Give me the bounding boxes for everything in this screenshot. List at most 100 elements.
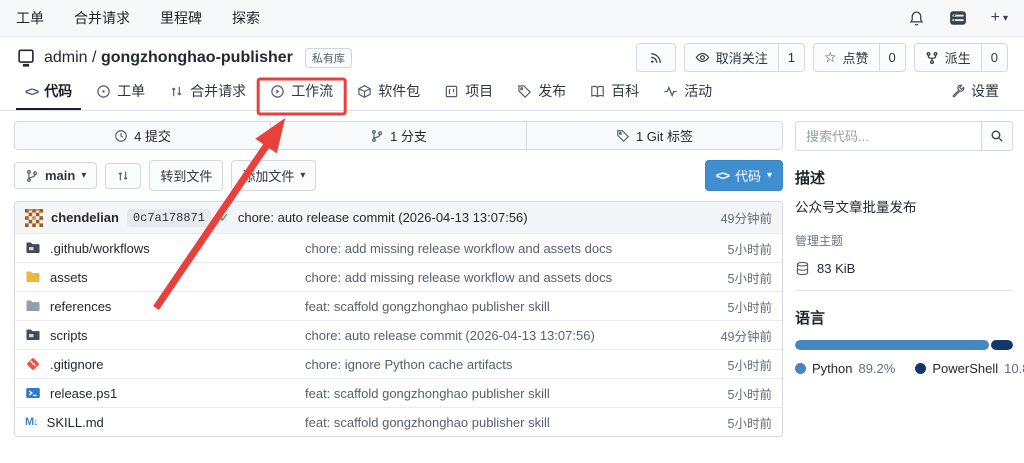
tab-actions-label: 工作流 — [291, 81, 333, 101]
tab-packages-label: 软件包 — [378, 81, 420, 101]
nav-explore[interactable]: 探索 — [232, 8, 260, 28]
compare-button[interactable] — [105, 163, 141, 189]
code-download-button[interactable]: <> 代码 ▾ — [705, 160, 783, 191]
wrench-icon — [950, 84, 965, 99]
table-row: assets chore: add missing release workfl… — [15, 262, 782, 291]
commit-message[interactable]: chore: auto release commit (2026-04-13 1… — [238, 210, 528, 225]
tab-wiki[interactable]: 百科 — [581, 81, 648, 110]
rss-feed-button[interactable] — [636, 43, 676, 72]
notifications-bell-icon[interactable] — [908, 10, 925, 27]
branches-stat[interactable]: 1 分支 — [270, 122, 526, 149]
tab-packages[interactable]: 软件包 — [348, 81, 429, 110]
file-commit-time: 5小时前 — [728, 413, 772, 432]
tab-releases[interactable]: 发布 — [508, 81, 575, 110]
tab-settings-label: 设置 — [971, 81, 999, 101]
project-board-icon — [444, 84, 459, 99]
tab-issues[interactable]: 工单 — [87, 81, 154, 110]
branches-stat-label: 1 分支 — [390, 126, 427, 145]
search-submit-button[interactable] — [981, 121, 1013, 151]
user-avatar[interactable] — [949, 9, 967, 27]
tab-projects[interactable]: 项目 — [435, 81, 502, 110]
status-check-icon[interactable]: ✓ — [219, 210, 230, 226]
file-commit-message[interactable]: feat: scaffold gongzhonghao publisher sk… — [305, 415, 728, 430]
file-name[interactable]: SKILL.md — [47, 415, 104, 430]
file-commit-message[interactable]: feat: scaffold gongzhonghao publisher sk… — [305, 386, 728, 401]
repo-path-separator: / — [92, 49, 96, 66]
workflow-play-icon — [270, 84, 285, 99]
tags-stat-label: 1 Git 标签 — [636, 126, 693, 145]
legend-item-powershell[interactable]: PowerShell 10.8% — [915, 361, 1024, 376]
tab-actions[interactable]: 工作流 — [261, 81, 342, 110]
unwatch-label: 取消关注 — [716, 48, 768, 67]
table-row: references feat: scaffold gongzhonghao p… — [15, 291, 782, 320]
nav-milestones[interactable]: 里程碑 — [160, 8, 202, 28]
stars-count[interactable]: 0 — [879, 44, 905, 71]
tab-activity[interactable]: 活动 — [654, 81, 721, 110]
branch-selector[interactable]: main ▾ — [14, 162, 97, 189]
language-bar[interactable] — [795, 340, 1013, 350]
commits-stat[interactable]: 4 提交 — [15, 122, 270, 149]
nav-issues[interactable]: 工单 — [16, 8, 44, 28]
manage-topics-link[interactable]: 管理主题 — [795, 232, 1013, 249]
fork-label: 派生 — [945, 48, 971, 67]
file-name[interactable]: assets — [50, 270, 88, 285]
file-commit-message[interactable]: chore: add missing release workflow and … — [305, 270, 728, 285]
tag-icon — [616, 129, 630, 143]
legend-item-python[interactable]: Python 89.2% — [795, 361, 895, 376]
star-button[interactable]: ☆ 点赞 0 — [813, 43, 906, 72]
create-new-button[interactable]: + ▾ — [991, 9, 1008, 27]
repo-icon — [16, 48, 36, 68]
file-name[interactable]: scripts — [50, 328, 88, 343]
tab-code[interactable]: <> 代码 — [16, 81, 81, 110]
tab-pulls-label: 合并请求 — [190, 81, 246, 101]
folder-icon — [25, 298, 41, 314]
goto-file-label: 转到文件 — [160, 166, 212, 185]
repo-size: 83 KiB — [795, 261, 1013, 276]
language-segment-powershell[interactable] — [991, 340, 1013, 350]
goto-file-button[interactable]: 转到文件 — [149, 160, 223, 191]
top-navbar: 工单 合并请求 里程碑 探索 + ▾ — [0, 0, 1024, 37]
python-color-dot — [795, 363, 806, 374]
author-avatar[interactable] — [25, 209, 43, 227]
content-area: 4 提交 1 分支 1 Git 标签 — [0, 111, 1024, 437]
tab-pulls[interactable]: 合并请求 — [160, 81, 255, 110]
file-commit-time: 5小时前 — [728, 297, 772, 316]
file-name[interactable]: references — [50, 299, 111, 314]
code-search-input[interactable] — [795, 121, 981, 151]
language-segment-python[interactable] — [795, 340, 989, 350]
nav-pulls[interactable]: 合并请求 — [74, 8, 130, 28]
languages-title: 语言 — [795, 307, 1013, 328]
tab-settings[interactable]: 设置 — [941, 81, 1008, 110]
watchers-count[interactable]: 1 — [778, 44, 804, 71]
branch-name: main — [45, 168, 75, 183]
language-name: Python — [812, 361, 852, 376]
file-commit-time: 5小时前 — [728, 239, 772, 258]
file-commit-message[interactable]: chore: auto release commit (2026-04-13 1… — [305, 328, 721, 343]
unwatch-button[interactable]: 取消关注 1 — [684, 43, 805, 72]
forks-count[interactable]: 0 — [981, 44, 1007, 71]
eye-icon — [695, 50, 710, 65]
fork-button[interactable]: 派生 0 — [914, 43, 1008, 72]
tab-code-label: 代码 — [44, 81, 72, 101]
commit-author[interactable]: chendelian — [51, 210, 119, 225]
chevron-down-icon: ▾ — [300, 170, 305, 181]
star-label: 点赞 — [843, 48, 869, 67]
file-commit-time: 5小时前 — [728, 355, 772, 374]
branch-icon — [370, 129, 384, 143]
file-commit-message[interactable]: feat: scaffold gongzhonghao publisher sk… — [305, 299, 728, 314]
file-commit-message[interactable]: chore: ignore Python cache artifacts — [305, 357, 728, 372]
clock-icon — [114, 129, 128, 143]
file-name[interactable]: .gitignore — [50, 357, 103, 372]
repo-name-link[interactable]: gongzhonghao-publisher — [101, 49, 293, 66]
file-name[interactable]: release.ps1 — [50, 386, 117, 401]
database-icon — [795, 261, 810, 276]
repo-owner-link[interactable]: admin — [44, 49, 88, 66]
tab-projects-label: 项目 — [465, 81, 493, 101]
commit-sha-badge[interactable]: 0c7a178871 — [127, 209, 211, 227]
tags-stat[interactable]: 1 Git 标签 — [526, 122, 782, 149]
add-file-button[interactable]: 添加文件 ▾ — [231, 160, 316, 191]
code-button-label: 代码 — [735, 166, 761, 185]
file-name[interactable]: .github/workflows — [50, 241, 150, 256]
tag-icon — [517, 84, 532, 99]
file-commit-message[interactable]: chore: add missing release workflow and … — [305, 241, 728, 256]
